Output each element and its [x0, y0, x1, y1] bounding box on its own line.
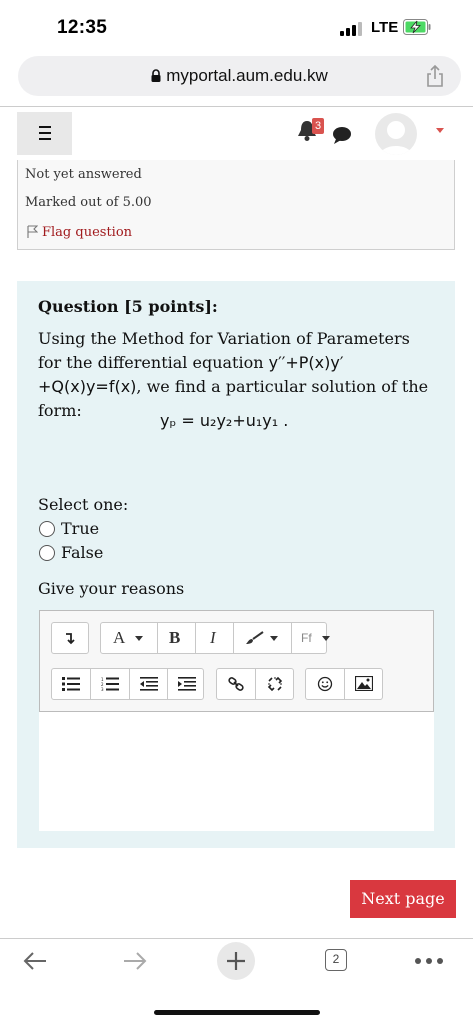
- toolbar-toggle-button[interactable]: [51, 622, 89, 654]
- numbered-list-icon: 123: [101, 677, 119, 691]
- back-arrow-icon[interactable]: [22, 950, 48, 972]
- notification-badge: 3: [312, 118, 324, 134]
- bold-button[interactable]: B: [158, 623, 195, 653]
- bullet-list-icon: [62, 677, 80, 691]
- reasons-textarea[interactable]: [39, 712, 434, 831]
- font-color-button[interactable]: A: [101, 623, 157, 653]
- chevron-down-icon: [322, 636, 330, 641]
- svg-text:3: 3: [101, 687, 104, 691]
- font-family-button[interactable]: Ff: [292, 623, 347, 653]
- chevron-down-icon[interactable]: [436, 128, 444, 133]
- signal-icon: [340, 22, 366, 36]
- option-true-label[interactable]: True: [61, 519, 99, 538]
- insert-image-button[interactable]: [345, 669, 383, 699]
- chevron-down-icon: [270, 636, 278, 641]
- divider: [0, 106, 473, 107]
- select-one-label: Select one:: [38, 495, 129, 514]
- avatar[interactable]: [375, 113, 417, 155]
- url-text: myportal.aum.edu.kw: [166, 66, 328, 85]
- question-marks: Marked out of 5.00: [25, 195, 152, 210]
- home-indicator: [154, 1010, 320, 1015]
- user-icon: [380, 121, 412, 155]
- image-icon: [355, 676, 373, 691]
- radio-false[interactable]: [39, 545, 55, 561]
- insert-button-group: [305, 668, 383, 700]
- more-options-icon[interactable]: [414, 957, 444, 965]
- link-button[interactable]: [217, 669, 255, 699]
- next-page-button[interactable]: Next page: [350, 880, 456, 918]
- question-title: Question [5 points]:: [38, 297, 218, 316]
- highlight-button[interactable]: [234, 623, 291, 653]
- link-icon: [228, 677, 244, 691]
- arrow-down-icon: [66, 633, 75, 645]
- question-text: Using the Method for Variation of Parame…: [38, 329, 429, 420]
- forward-arrow-icon[interactable]: [122, 950, 148, 972]
- menu-button[interactable]: [17, 112, 72, 155]
- clock: 12:35: [57, 17, 108, 38]
- reasons-label: Give your reasons: [38, 579, 185, 598]
- paintbrush-icon: [246, 631, 264, 644]
- bullet-list-button[interactable]: [52, 669, 90, 699]
- outdent-button[interactable]: [130, 669, 167, 699]
- tabs-button[interactable]: 2: [325, 949, 347, 971]
- battery-charging-icon: [403, 19, 431, 35]
- question-state: Not yet answered: [25, 167, 142, 182]
- plus-icon: [227, 952, 245, 970]
- lock-icon: [151, 69, 161, 82]
- flag-question-link[interactable]: Flag question: [27, 225, 132, 240]
- chevron-down-icon: [135, 636, 143, 641]
- divider: [0, 938, 473, 939]
- flag-icon: [27, 225, 39, 238]
- outdent-icon: [140, 677, 158, 691]
- new-tab-button[interactable]: [217, 942, 255, 980]
- radio-true[interactable]: [39, 521, 55, 537]
- numbered-list-button[interactable]: 123: [91, 669, 129, 699]
- unlink-button[interactable]: [256, 669, 294, 699]
- indent-icon: [178, 677, 196, 691]
- option-false-label[interactable]: False: [61, 543, 103, 562]
- particular-solution-formula: yₚ = u₂y₂+u₁y₁ .: [160, 411, 289, 430]
- italic-button[interactable]: I: [196, 623, 233, 653]
- status-bar: 12:35 LTE: [0, 0, 473, 56]
- indent-button[interactable]: [168, 669, 205, 699]
- unlink-icon: [267, 676, 283, 692]
- network-label: LTE: [371, 19, 399, 36]
- chat-bubble-icon[interactable]: [332, 126, 352, 144]
- share-icon[interactable]: [425, 64, 445, 88]
- format-button-group: A B I Ff: [100, 622, 330, 654]
- list-button-group: 123: [51, 668, 204, 700]
- emoji-button[interactable]: [306, 669, 344, 699]
- editor-toolbar: A B I Ff 123: [39, 610, 434, 712]
- link-button-group: [216, 668, 294, 700]
- smiley-icon: [317, 676, 333, 692]
- address-bar[interactable]: myportal.aum.edu.kw: [18, 56, 461, 96]
